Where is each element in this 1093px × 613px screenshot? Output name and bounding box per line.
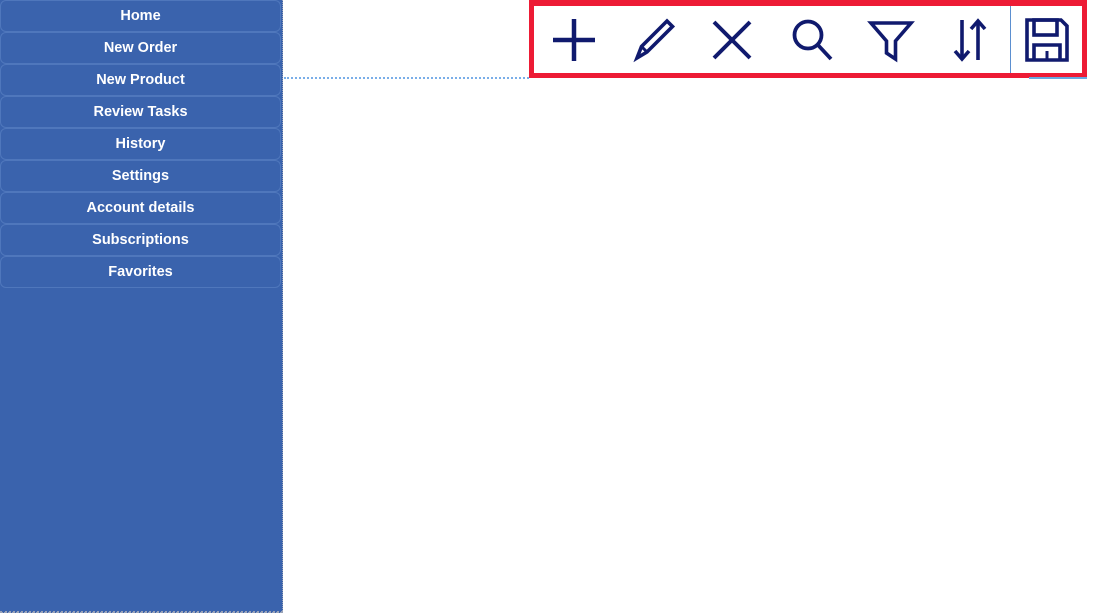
sort-arrows-icon <box>943 13 997 67</box>
sidebar-item-label: Review Tasks <box>93 104 188 120</box>
toolbar-save-underline <box>1029 77 1087 79</box>
sidebar-item-favorites[interactable]: Favorites <box>0 256 281 288</box>
app-window: Home New Order New Product Review Tasks Hist… <box>0 0 1093 613</box>
search-button[interactable] <box>781 9 843 71</box>
toolbar-save-group <box>1010 6 1082 73</box>
header-dotted-divider <box>284 77 529 79</box>
sidebar-item-review-tasks[interactable]: Review Tasks <box>0 96 281 128</box>
sidebar-item-label: Favorites <box>108 264 173 280</box>
edit-button[interactable] <box>622 9 684 71</box>
sidebar-item-label: Home <box>120 8 161 24</box>
delete-button[interactable] <box>701 9 763 71</box>
sidebar-item-label: Subscriptions <box>92 232 189 248</box>
close-x-icon <box>705 13 759 67</box>
add-button[interactable] <box>543 9 605 71</box>
toolbar-primary-actions <box>534 6 1010 73</box>
sidebar-item-subscriptions[interactable]: Subscriptions <box>0 224 281 256</box>
sidebar-item-new-product[interactable]: New Product <box>0 64 281 96</box>
sidebar-item-new-order[interactable]: New Order <box>0 32 281 64</box>
sidebar-item-history[interactable]: History <box>0 128 281 160</box>
sidebar-item-label: Settings <box>111 168 170 184</box>
filter-button[interactable] <box>860 9 922 71</box>
action-toolbar <box>529 0 1087 78</box>
filter-funnel-icon <box>864 13 918 67</box>
sidebar-item-account-details[interactable]: Account details <box>0 192 281 224</box>
sidebar-item-settings[interactable]: Settings <box>0 160 281 192</box>
pencil-icon <box>626 13 680 67</box>
sidebar-item-home[interactable]: Home <box>0 0 281 32</box>
sidebar-navigation: Home New Order New Product Review Tasks Hist… <box>0 0 283 613</box>
sidebar-item-label: Account details <box>86 200 195 216</box>
sidebar-menu-list: Home New Order New Product Review Tasks Hist… <box>0 0 283 288</box>
main-content-area <box>283 0 1093 613</box>
sort-button[interactable] <box>939 9 1001 71</box>
sidebar-item-label: New Order <box>103 40 178 56</box>
save-button[interactable] <box>1016 9 1078 71</box>
sidebar-item-label: New Product <box>96 72 185 88</box>
plus-icon <box>547 13 601 67</box>
save-floppy-icon <box>1020 13 1074 67</box>
sidebar-item-label: History <box>115 136 166 152</box>
search-icon <box>785 13 839 67</box>
